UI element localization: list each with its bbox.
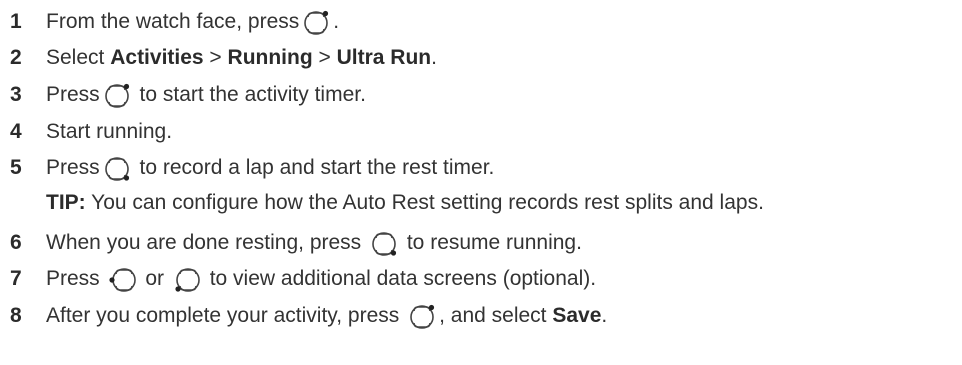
step-text: After you complete your activity, press … (46, 302, 607, 330)
step-text-part: After you complete your activity, press (46, 304, 406, 327)
step-text-part: to record a lap and start the rest timer… (133, 156, 495, 179)
down-button-icon (172, 265, 202, 293)
step-number: 2 (10, 46, 22, 69)
step-text-part: . (431, 46, 437, 69)
step-text: Press to record a lap and start the rest… (46, 154, 494, 182)
step-text-part: Press (46, 156, 100, 179)
step-text: Start running. (46, 120, 172, 144)
step-text: From the watch face, press . (46, 8, 339, 36)
step-number: 5 (10, 156, 22, 179)
step-text-part: to resume running. (401, 231, 582, 254)
step-text-part: Press (46, 83, 100, 106)
step-number: 8 (10, 304, 22, 327)
step-number: 1 (10, 10, 22, 33)
step-number: 3 (10, 83, 22, 106)
step-text-part: . (601, 304, 608, 327)
menu-item-ultra-run: Ultra Run (336, 46, 432, 69)
step-text-part: From the watch face, press (46, 10, 300, 33)
menu-item-save: Save (552, 304, 602, 327)
step-text-part: , and select (439, 304, 553, 327)
step-text-part: Press (46, 267, 106, 290)
step-text-part: Select (46, 46, 105, 69)
step-text-part: to view additional data screens (optiona… (203, 267, 597, 290)
step-text-part: When you are done resting, press (46, 231, 368, 254)
step-number: 7 (10, 267, 22, 290)
step-text-part: or (139, 267, 170, 290)
step-text-part: to start the activity timer. (133, 83, 366, 106)
back-lap-button-icon (102, 154, 132, 182)
step-number: 4 (10, 120, 22, 143)
tip-note: TIP: You can configure how the Auto Rest… (46, 185, 764, 221)
menu-item-running: Running (227, 46, 313, 69)
back-lap-button-icon (369, 229, 399, 257)
start-stop-button-icon (301, 8, 331, 36)
tip-text: You can configure how the Auto Rest sett… (85, 191, 764, 214)
tip-label: TIP: (46, 191, 86, 214)
instruction-list: 1 From the watch face, press . 2 Select … (0, 0, 962, 365)
menu-separator: > (203, 46, 228, 69)
menu-separator: > (312, 46, 337, 69)
step-text-part: Start running. (46, 120, 173, 143)
step-text: Select Activities > Running > Ultra Run. (46, 46, 437, 70)
start-stop-button-icon (102, 81, 132, 109)
step-text: Press or to view additional data screens… (46, 265, 596, 293)
up-button-icon (108, 265, 138, 293)
step-text: When you are done resting, press to resu… (46, 229, 582, 257)
step-text: Press to start the activity timer. (46, 81, 366, 109)
start-stop-button-icon (407, 302, 437, 330)
step-text-part: . (333, 10, 340, 33)
menu-item-activities: Activities (110, 46, 204, 69)
step-number: 6 (10, 231, 22, 254)
